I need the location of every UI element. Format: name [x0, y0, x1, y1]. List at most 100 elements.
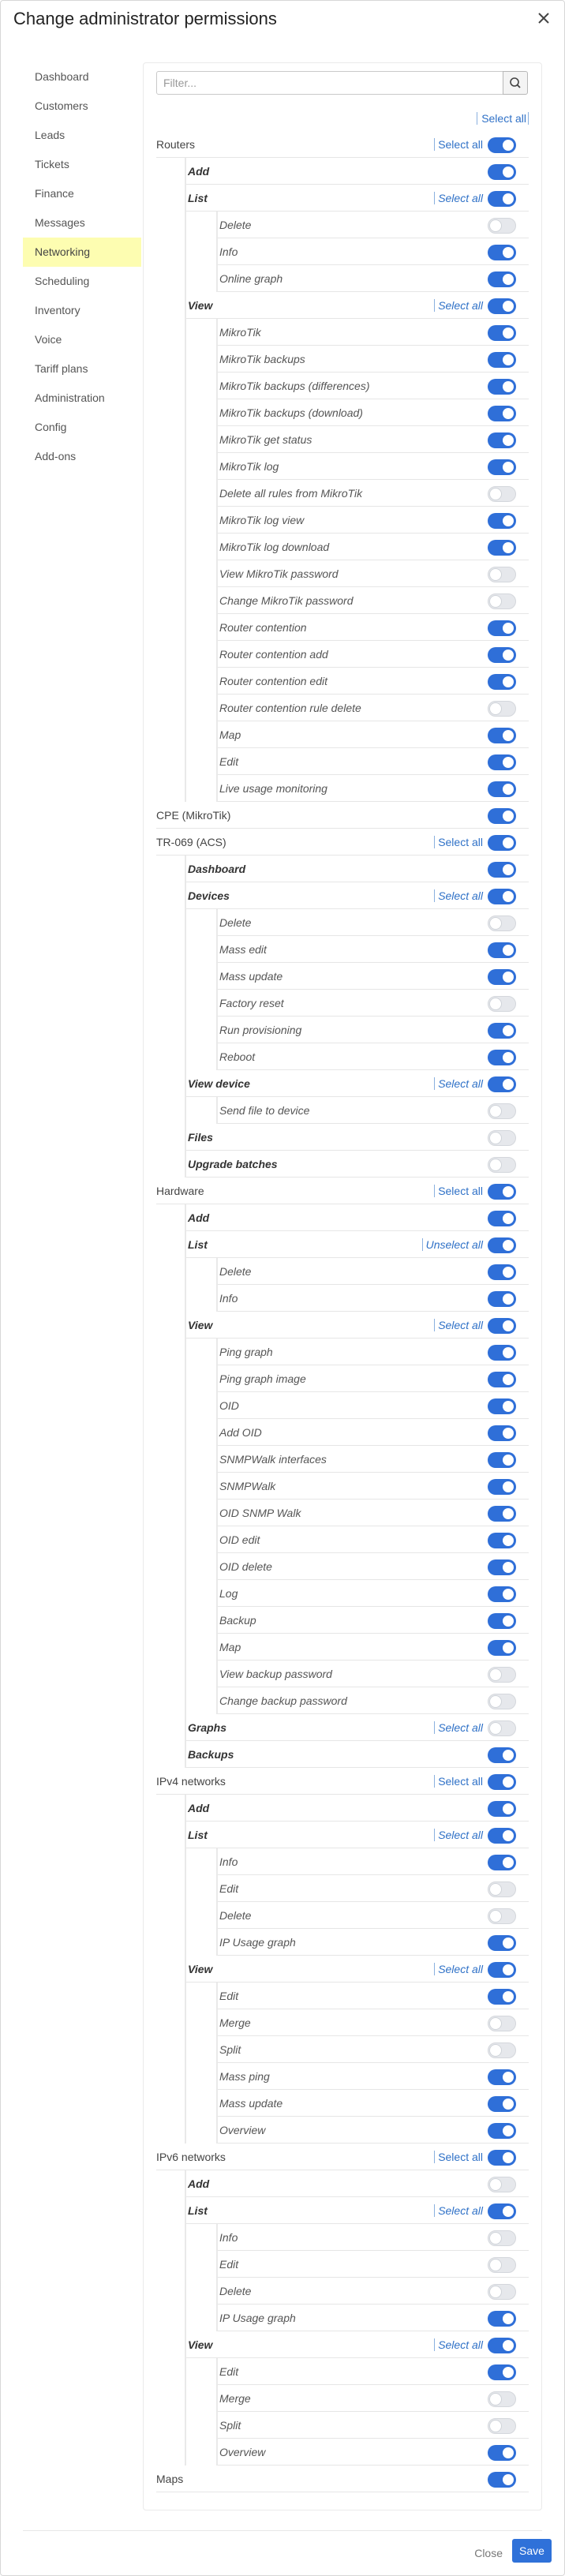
- permission-toggle[interactable]: [488, 191, 516, 207]
- permission-toggle[interactable]: [488, 1586, 516, 1602]
- permission-toggle[interactable]: [488, 835, 516, 851]
- permission-toggle[interactable]: [488, 2177, 516, 2192]
- select-all-link[interactable]: Select all: [434, 1319, 483, 1331]
- permission-toggle[interactable]: [488, 2016, 516, 2031]
- sidebar-item-finance[interactable]: Finance: [23, 179, 141, 208]
- permission-toggle[interactable]: [488, 1694, 516, 1709]
- permission-toggle[interactable]: [488, 1962, 516, 1978]
- permission-toggle[interactable]: [488, 1211, 516, 1226]
- permission-toggle[interactable]: [488, 1345, 516, 1361]
- permission-toggle[interactable]: [488, 2042, 516, 2058]
- permission-toggle[interactable]: [488, 1372, 516, 1387]
- permission-toggle[interactable]: [488, 1452, 516, 1468]
- sidebar-item-dashboard[interactable]: Dashboard: [23, 62, 141, 92]
- unselect-all-link[interactable]: Unselect all: [421, 1238, 483, 1251]
- permission-toggle[interactable]: [488, 1398, 516, 1414]
- permission-toggle[interactable]: [488, 432, 516, 448]
- permission-toggle[interactable]: [488, 1237, 516, 1253]
- permission-toggle[interactable]: [488, 674, 516, 690]
- permission-toggle[interactable]: [488, 701, 516, 717]
- permission-toggle[interactable]: [488, 2069, 516, 2085]
- permission-toggle[interactable]: [488, 1881, 516, 1897]
- permission-toggle[interactable]: [488, 1613, 516, 1629]
- select-all-link[interactable]: Select all: [434, 192, 483, 204]
- sidebar-item-messages[interactable]: Messages: [23, 208, 141, 238]
- permission-toggle[interactable]: [488, 647, 516, 663]
- permission-toggle[interactable]: [488, 1291, 516, 1307]
- permission-toggle[interactable]: [488, 2150, 516, 2166]
- select-all-link[interactable]: Select all: [434, 1077, 483, 1090]
- permission-toggle[interactable]: [488, 942, 516, 958]
- permission-toggle[interactable]: [488, 1908, 516, 1924]
- sidebar-item-voice[interactable]: Voice: [23, 325, 141, 354]
- permission-toggle[interactable]: [488, 459, 516, 475]
- select-all-link[interactable]: Select all: [434, 836, 483, 848]
- select-all-link[interactable]: Select all: [434, 2151, 483, 2163]
- permission-toggle[interactable]: [488, 486, 516, 502]
- permission-toggle[interactable]: [488, 2391, 516, 2407]
- permission-toggle[interactable]: [488, 540, 516, 556]
- permission-toggle[interactable]: [488, 915, 516, 931]
- permission-toggle[interactable]: [488, 728, 516, 743]
- permission-toggle[interactable]: [488, 593, 516, 609]
- select-all-link[interactable]: Select all: [434, 1721, 483, 1734]
- permission-toggle[interactable]: [488, 379, 516, 395]
- select-all-link[interactable]: Select all: [434, 1963, 483, 1975]
- select-all-link[interactable]: Select all: [434, 1185, 483, 1197]
- sidebar-item-scheduling[interactable]: Scheduling: [23, 267, 141, 296]
- permission-toggle[interactable]: [488, 1801, 516, 1817]
- permission-toggle[interactable]: [488, 2445, 516, 2461]
- permission-toggle[interactable]: [488, 245, 516, 260]
- select-all-link[interactable]: Select all: [434, 1829, 483, 1841]
- permission-toggle[interactable]: [488, 1720, 516, 1736]
- permission-toggle[interactable]: [488, 862, 516, 878]
- sidebar-item-tickets[interactable]: Tickets: [23, 150, 141, 179]
- permission-toggle[interactable]: [488, 1774, 516, 1790]
- permission-toggle[interactable]: [488, 2257, 516, 2273]
- select-all-link[interactable]: Select all: [434, 889, 483, 902]
- permission-toggle[interactable]: [488, 1667, 516, 1683]
- permission-toggle[interactable]: [488, 1855, 516, 1870]
- permission-toggle[interactable]: [488, 1023, 516, 1039]
- permission-toggle[interactable]: [488, 889, 516, 904]
- select-all-link[interactable]: Select all: [434, 1775, 483, 1788]
- sidebar-item-networking[interactable]: Networking: [23, 238, 141, 267]
- permission-toggle[interactable]: [488, 1640, 516, 1656]
- permission-toggle[interactable]: [488, 1479, 516, 1495]
- permission-toggle[interactable]: [488, 298, 516, 314]
- sidebar-item-inventory[interactable]: Inventory: [23, 296, 141, 325]
- permission-toggle[interactable]: [488, 781, 516, 797]
- close-button[interactable]: Close: [474, 2541, 503, 2565]
- permission-toggle[interactable]: [488, 2203, 516, 2219]
- permission-toggle[interactable]: [488, 620, 516, 636]
- permission-toggle[interactable]: [488, 164, 516, 180]
- permission-toggle[interactable]: [488, 2123, 516, 2139]
- permission-toggle[interactable]: [488, 2418, 516, 2434]
- sidebar-item-tariff-plans[interactable]: Tariff plans: [23, 354, 141, 384]
- permission-toggle[interactable]: [488, 2311, 516, 2327]
- permission-toggle[interactable]: [488, 2284, 516, 2300]
- permission-toggle[interactable]: [488, 352, 516, 368]
- permission-toggle[interactable]: [488, 1318, 516, 1334]
- permission-toggle[interactable]: [488, 1425, 516, 1441]
- save-button[interactable]: Save: [512, 2539, 552, 2563]
- select-all-link[interactable]: Select all: [434, 2204, 483, 2217]
- permission-toggle[interactable]: [488, 969, 516, 985]
- permission-toggle[interactable]: [488, 137, 516, 153]
- permission-toggle[interactable]: [488, 754, 516, 770]
- permission-toggle[interactable]: [488, 218, 516, 234]
- permission-toggle[interactable]: [488, 2472, 516, 2488]
- permission-toggle[interactable]: [488, 1506, 516, 1522]
- permission-toggle[interactable]: [488, 1103, 516, 1119]
- permission-toggle[interactable]: [488, 808, 516, 824]
- sidebar-item-add-ons[interactable]: Add-ons: [23, 442, 141, 471]
- sidebar-item-leads[interactable]: Leads: [23, 121, 141, 150]
- permission-toggle[interactable]: [488, 1559, 516, 1575]
- search-button[interactable]: [503, 71, 528, 95]
- permission-toggle[interactable]: [488, 1157, 516, 1173]
- permission-toggle[interactable]: [488, 996, 516, 1012]
- select-all-link[interactable]: Select all: [434, 138, 483, 151]
- permission-toggle[interactable]: [488, 1533, 516, 1548]
- permission-toggle[interactable]: [488, 1828, 516, 1844]
- sidebar-item-administration[interactable]: Administration: [23, 384, 141, 413]
